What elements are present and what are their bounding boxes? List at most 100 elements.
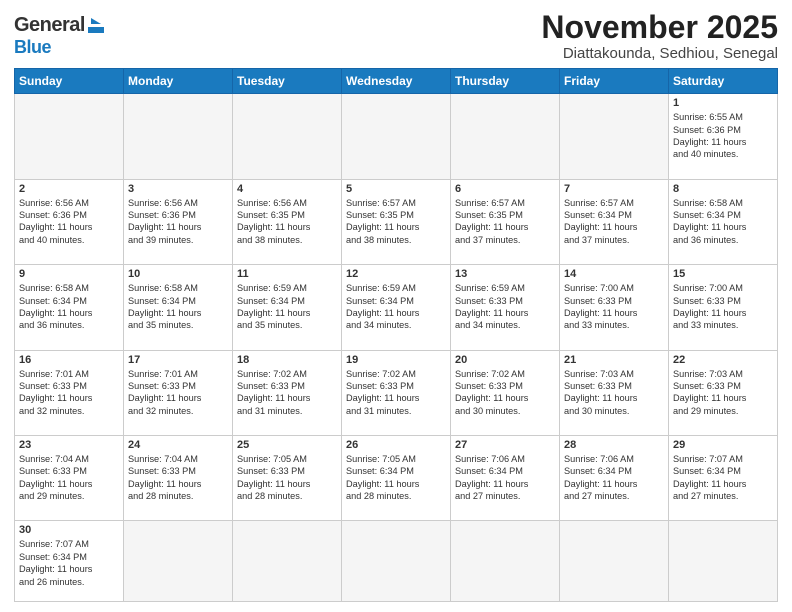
day-number: 13 [455, 268, 555, 280]
day-number: 1 [673, 97, 773, 109]
page: General Blue November 2025 Diattakounda,… [0, 0, 792, 612]
day-info: Sunrise: 6:57 AM Sunset: 6:35 PM Dayligh… [455, 197, 555, 247]
calendar-cell: 1 Sunrise: 6:55 AM Sunset: 6:36 PM Daylig… [669, 94, 778, 179]
calendar-cell: 16 Sunrise: 7:01 AM Sunset: 6:33 PM Dayli… [15, 350, 124, 435]
weekday-header-saturday: Saturday [669, 69, 778, 94]
title-block: November 2025 Diattakounda, Sedhiou, Sen… [541, 10, 778, 62]
location: Diattakounda, Sedhiou, Senegal [541, 45, 778, 62]
day-number: 22 [673, 354, 773, 366]
day-info: Sunrise: 7:04 AM Sunset: 6:33 PM Dayligh… [128, 453, 228, 503]
header: General Blue November 2025 Diattakounda,… [14, 10, 778, 62]
day-number: 7 [564, 183, 664, 195]
day-info: Sunrise: 6:55 AM Sunset: 6:36 PM Dayligh… [673, 111, 773, 161]
day-number: 11 [237, 268, 337, 280]
day-number: 25 [237, 439, 337, 451]
calendar-cell: 25Sunrise: 7:05 AM Sunset: 6:33 PM Dayli… [233, 436, 342, 521]
calendar-cell [342, 521, 451, 602]
day-info: Sunrise: 7:02 AM Sunset: 6:33 PM Dayligh… [455, 368, 555, 418]
day-info: Sunrise: 6:57 AM Sunset: 6:34 PM Dayligh… [564, 197, 664, 247]
calendar-cell [15, 94, 124, 179]
calendar-cell: 7 Sunrise: 6:57 AM Sunset: 6:34 PM Daylig… [560, 179, 669, 264]
calendar-cell [124, 521, 233, 602]
calendar-cell [451, 94, 560, 179]
calendar-week-3: 16 Sunrise: 7:01 AM Sunset: 6:33 PM Dayli… [15, 350, 778, 435]
day-number: 30 [19, 524, 119, 536]
day-number: 27 [455, 439, 555, 451]
calendar-cell: 6 Sunrise: 6:57 AM Sunset: 6:35 PM Daylig… [451, 179, 560, 264]
day-number: 24 [128, 439, 228, 451]
calendar-week-2: 9 Sunrise: 6:58 AM Sunset: 6:34 PM Daylig… [15, 265, 778, 350]
weekday-header-sunday: Sunday [15, 69, 124, 94]
calendar-cell [669, 521, 778, 602]
calendar-cell: 11 Sunrise: 6:59 AM Sunset: 6:34 PM Dayli… [233, 265, 342, 350]
day-info: Sunrise: 6:56 AM Sunset: 6:36 PM Dayligh… [19, 197, 119, 247]
calendar-cell: 10 Sunrise: 6:58 AM Sunset: 6:34 PM Dayli… [124, 265, 233, 350]
day-number: 26 [346, 439, 446, 451]
day-number: 2 [19, 183, 119, 195]
day-number: 14 [564, 268, 664, 280]
day-info: Sunrise: 6:56 AM Sunset: 6:36 PM Dayligh… [128, 197, 228, 247]
calendar-cell [342, 94, 451, 179]
logo-rect-icon [88, 27, 104, 33]
calendar-cell: 12 Sunrise: 6:59 AM Sunset: 6:34 PM Dayli… [342, 265, 451, 350]
day-info: Sunrise: 6:58 AM Sunset: 6:34 PM Dayligh… [128, 282, 228, 332]
weekday-header-friday: Friday [560, 69, 669, 94]
day-number: 10 [128, 268, 228, 280]
calendar-cell: 24 Sunrise: 7:04 AM Sunset: 6:33 PM Dayli… [124, 436, 233, 521]
calendar-week-4: 23Sunrise: 7:04 AM Sunset: 6:33 PM Dayli… [15, 436, 778, 521]
day-info: Sunrise: 7:03 AM Sunset: 6:33 PM Dayligh… [564, 368, 664, 418]
day-number: 5 [346, 183, 446, 195]
calendar-cell [560, 94, 669, 179]
day-number: 20 [455, 354, 555, 366]
day-info: Sunrise: 6:59 AM Sunset: 6:34 PM Dayligh… [346, 282, 446, 332]
calendar-cell: 14 Sunrise: 7:00 AM Sunset: 6:33 PM Dayli… [560, 265, 669, 350]
day-number: 8 [673, 183, 773, 195]
calendar-cell: 19Sunrise: 7:02 AM Sunset: 6:33 PM Dayli… [342, 350, 451, 435]
calendar-week-1: 2 Sunrise: 6:56 AM Sunset: 6:36 PM Daylig… [15, 179, 778, 264]
day-info: Sunrise: 7:06 AM Sunset: 6:34 PM Dayligh… [455, 453, 555, 503]
calendar-cell [124, 94, 233, 179]
day-info: Sunrise: 7:01 AM Sunset: 6:33 PM Dayligh… [19, 368, 119, 418]
day-number: 16 [19, 354, 119, 366]
day-info: Sunrise: 7:02 AM Sunset: 6:33 PM Dayligh… [237, 368, 337, 418]
calendar-cell [233, 94, 342, 179]
weekday-header-wednesday: Wednesday [342, 69, 451, 94]
calendar-cell: 4Sunrise: 6:56 AM Sunset: 6:35 PM Daylig… [233, 179, 342, 264]
calendar-cell: 3 Sunrise: 6:56 AM Sunset: 6:36 PM Daylig… [124, 179, 233, 264]
calendar-cell: 17Sunrise: 7:01 AM Sunset: 6:33 PM Dayli… [124, 350, 233, 435]
calendar-cell: 29Sunrise: 7:07 AM Sunset: 6:34 PM Dayli… [669, 436, 778, 521]
day-number: 3 [128, 183, 228, 195]
calendar-cell: 28Sunrise: 7:06 AM Sunset: 6:34 PM Dayli… [560, 436, 669, 521]
logo: General Blue [14, 10, 104, 58]
day-number: 9 [19, 268, 119, 280]
calendar-cell: 22 Sunrise: 7:03 AM Sunset: 6:33 PM Dayli… [669, 350, 778, 435]
weekday-header-row: SundayMondayTuesdayWednesdayThursdayFrid… [15, 69, 778, 94]
calendar-cell [560, 521, 669, 602]
calendar-cell: 26 Sunrise: 7:05 AM Sunset: 6:34 PM Dayli… [342, 436, 451, 521]
day-info: Sunrise: 6:57 AM Sunset: 6:35 PM Dayligh… [346, 197, 446, 247]
day-number: 18 [237, 354, 337, 366]
calendar-week-0: 1 Sunrise: 6:55 AM Sunset: 6:36 PM Daylig… [15, 94, 778, 179]
day-info: Sunrise: 6:58 AM Sunset: 6:34 PM Dayligh… [673, 197, 773, 247]
day-number: 12 [346, 268, 446, 280]
day-info: Sunrise: 7:00 AM Sunset: 6:33 PM Dayligh… [564, 282, 664, 332]
day-info: Sunrise: 7:01 AM Sunset: 6:33 PM Dayligh… [128, 368, 228, 418]
month-title: November 2025 [541, 10, 778, 45]
day-info: Sunrise: 7:06 AM Sunset: 6:34 PM Dayligh… [564, 453, 664, 503]
calendar-cell: 20 Sunrise: 7:02 AM Sunset: 6:33 PM Dayli… [451, 350, 560, 435]
day-info: Sunrise: 6:59 AM Sunset: 6:33 PM Dayligh… [455, 282, 555, 332]
day-info: Sunrise: 7:04 AM Sunset: 6:33 PM Dayligh… [19, 453, 119, 503]
day-info: Sunrise: 7:00 AM Sunset: 6:33 PM Dayligh… [673, 282, 773, 332]
calendar-cell: 30Sunrise: 7:07 AM Sunset: 6:34 PM Dayli… [15, 521, 124, 602]
weekday-header-thursday: Thursday [451, 69, 560, 94]
day-number: 19 [346, 354, 446, 366]
day-info: Sunrise: 7:05 AM Sunset: 6:34 PM Dayligh… [346, 453, 446, 503]
calendar-cell: 27 Sunrise: 7:06 AM Sunset: 6:34 PM Dayli… [451, 436, 560, 521]
day-info: Sunrise: 7:03 AM Sunset: 6:33 PM Dayligh… [673, 368, 773, 418]
calendar-cell [451, 521, 560, 602]
day-info: Sunrise: 7:07 AM Sunset: 6:34 PM Dayligh… [673, 453, 773, 503]
day-info: Sunrise: 6:59 AM Sunset: 6:34 PM Dayligh… [237, 282, 337, 332]
day-number: 21 [564, 354, 664, 366]
weekday-header-monday: Monday [124, 69, 233, 94]
day-number: 6 [455, 183, 555, 195]
